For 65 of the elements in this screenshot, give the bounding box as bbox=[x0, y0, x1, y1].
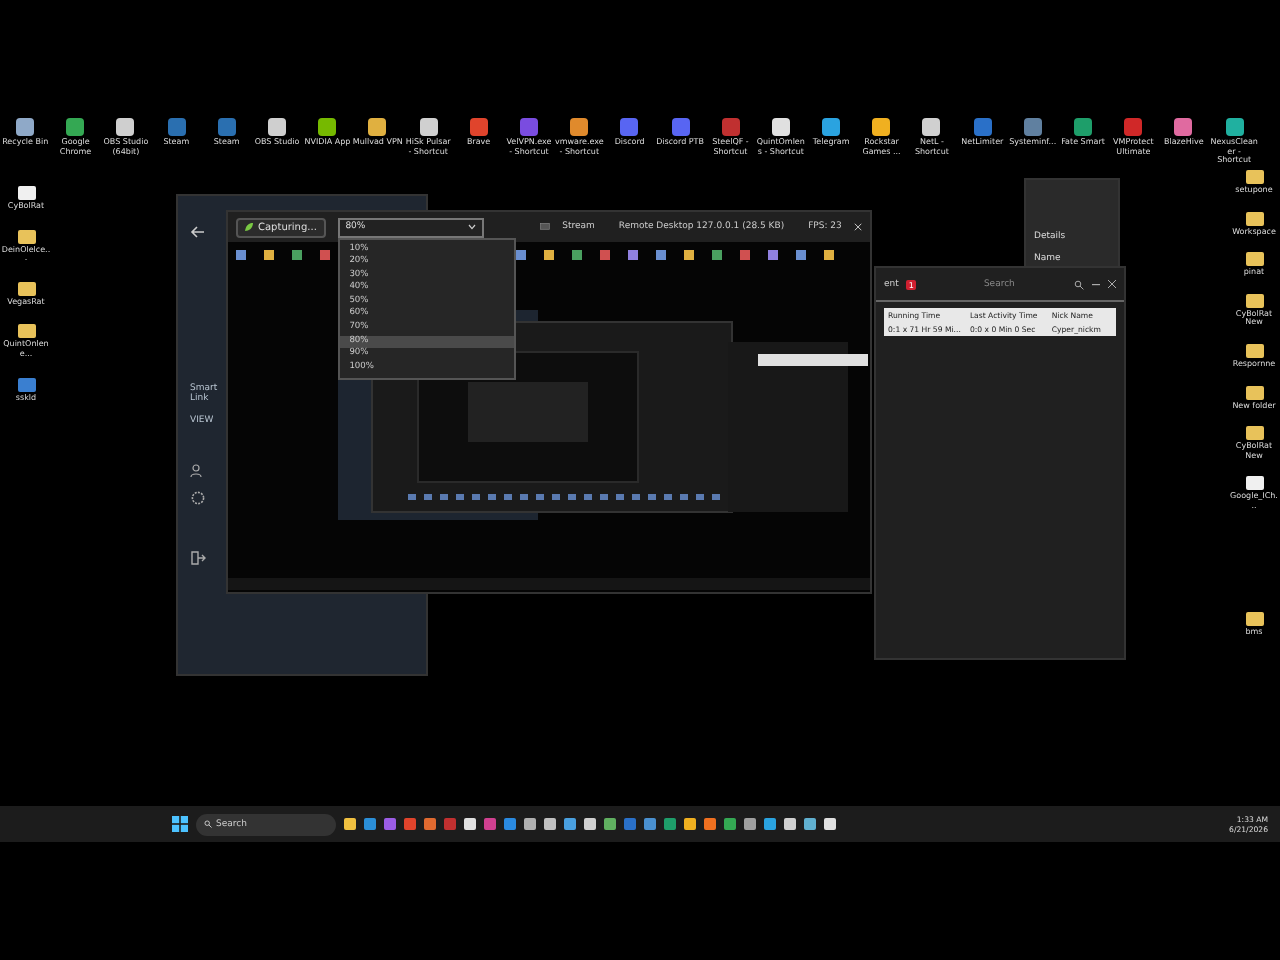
users-icon[interactable] bbox=[190, 462, 206, 478]
file-icon[interactable] bbox=[1245, 476, 1263, 491]
app-icon[interactable] bbox=[922, 118, 941, 136]
taskbar-app-icon[interactable] bbox=[644, 818, 656, 830]
taskbar-app-icon[interactable] bbox=[684, 818, 696, 830]
taskbar-app-icon[interactable] bbox=[404, 818, 416, 830]
leaf-icon bbox=[244, 222, 254, 232]
taskbar-app-icon[interactable] bbox=[424, 818, 436, 830]
taskbar-app-icon[interactable] bbox=[564, 818, 576, 830]
folder-icon[interactable] bbox=[1245, 252, 1263, 267]
file-icon[interactable] bbox=[17, 186, 35, 200]
app-icon[interactable] bbox=[318, 118, 337, 136]
taskbar-app-icon[interactable] bbox=[624, 818, 636, 830]
folder-icon[interactable] bbox=[1245, 170, 1263, 184]
search-icon[interactable] bbox=[1074, 279, 1084, 289]
taskbar-app-icon[interactable] bbox=[724, 818, 736, 830]
close-icon[interactable] bbox=[853, 222, 862, 232]
folder-icon[interactable] bbox=[1245, 211, 1263, 226]
app-icon[interactable] bbox=[16, 118, 35, 136]
folder-icon[interactable] bbox=[17, 229, 35, 244]
app-icon[interactable] bbox=[1225, 118, 1244, 136]
app-icon[interactable] bbox=[1074, 118, 1093, 136]
taskbar-app-icon[interactable] bbox=[504, 818, 516, 830]
taskbar-app-icon[interactable] bbox=[464, 818, 476, 830]
taskbar-app-icon[interactable] bbox=[764, 818, 776, 830]
app-icon[interactable] bbox=[268, 118, 287, 136]
folder-icon[interactable] bbox=[1245, 385, 1263, 400]
caret-icon bbox=[467, 224, 476, 230]
taskbar-app-icon[interactable] bbox=[544, 818, 556, 830]
taskbar-app-icon[interactable] bbox=[604, 818, 616, 830]
app-icon[interactable] bbox=[1174, 118, 1193, 136]
taskbar-app-icon[interactable] bbox=[824, 818, 836, 830]
app-icon[interactable] bbox=[116, 118, 135, 136]
app-icon[interactable] bbox=[570, 118, 589, 136]
taskbar-app-icon[interactable] bbox=[804, 818, 816, 830]
app-icon[interactable] bbox=[368, 118, 387, 136]
taskbar-app-icon[interactable] bbox=[704, 818, 716, 830]
back-arrow-icon[interactable] bbox=[190, 224, 206, 240]
taskbar-app-icon[interactable] bbox=[784, 818, 796, 830]
exit-icon[interactable] bbox=[190, 550, 206, 566]
monitor-icon bbox=[540, 222, 551, 232]
taskbar-app-icon[interactable] bbox=[364, 818, 376, 830]
app-icon[interactable] bbox=[419, 118, 438, 136]
app-icon[interactable] bbox=[822, 118, 841, 136]
minimize-icon[interactable] bbox=[1092, 283, 1100, 285]
taskbar-app-icon[interactable] bbox=[584, 818, 596, 830]
windows-start-icon[interactable] bbox=[172, 816, 188, 832]
folder-icon[interactable] bbox=[1245, 293, 1263, 308]
taskbar-app-icon[interactable] bbox=[344, 818, 356, 830]
search-icon bbox=[204, 820, 212, 828]
folder-icon[interactable] bbox=[17, 324, 35, 339]
folder-icon[interactable] bbox=[17, 281, 35, 296]
taskbar-app-icon[interactable] bbox=[384, 818, 396, 830]
app-icon[interactable] bbox=[66, 118, 85, 136]
app-icon[interactable] bbox=[872, 118, 891, 136]
taskbar-app-icon[interactable] bbox=[744, 818, 756, 830]
folder-icon[interactable] bbox=[1245, 426, 1263, 441]
settings-icon[interactable] bbox=[190, 490, 206, 506]
folder-icon[interactable] bbox=[1245, 343, 1263, 358]
close-icon[interactable] bbox=[1108, 280, 1116, 288]
taskbar-app-icon[interactable] bbox=[664, 818, 676, 830]
folder-icon[interactable] bbox=[1245, 611, 1263, 626]
taskbar-app-icon[interactable] bbox=[524, 818, 536, 830]
taskbar-app-icon[interactable] bbox=[484, 818, 496, 830]
app-icon[interactable] bbox=[771, 118, 790, 136]
